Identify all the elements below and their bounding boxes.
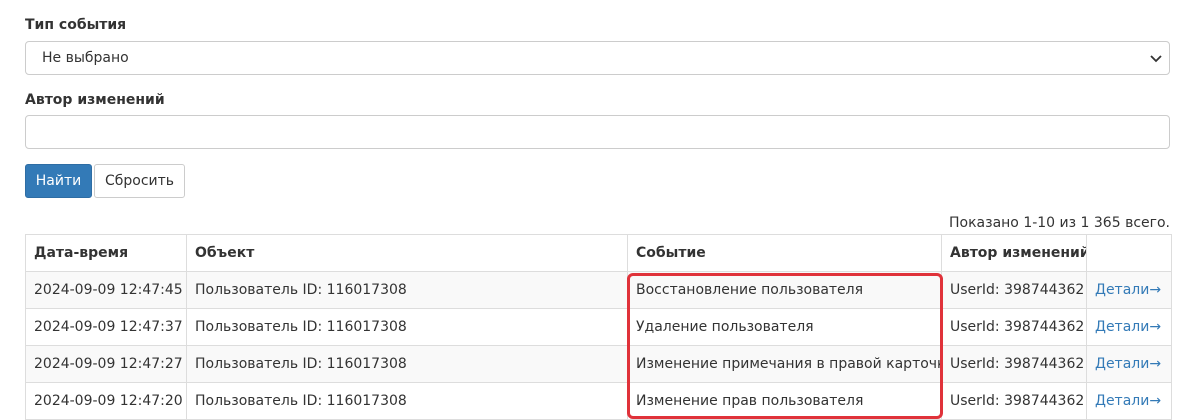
cell-event: Изменение прав пользователя (627, 382, 942, 420)
author-input[interactable] (25, 115, 1170, 149)
details-link[interactable]: Детали→ (1095, 319, 1161, 335)
details-link[interactable]: Детали→ (1095, 356, 1161, 372)
column-header-actions (1086, 234, 1172, 272)
cell-details: Детали→ (1086, 345, 1172, 383)
cell-details: Детали→ (1086, 382, 1172, 420)
table-row: 2024-09-09 12:47:45 Пользователь ID: 116… (25, 271, 1172, 309)
reset-button[interactable]: Сбросить (94, 164, 185, 198)
event-type-select[interactable]: Не выбрано (25, 41, 1170, 75)
cell-author: UserId: 398744362 (941, 345, 1087, 383)
cell-details: Детали→ (1086, 308, 1172, 346)
cell-event: Изменение примечания в правой карточке (627, 345, 942, 383)
cell-datetime: 2024-09-09 12:47:27 (25, 345, 187, 383)
details-link[interactable]: Детали→ (1095, 282, 1161, 298)
cell-object: Пользователь ID: 116017308 (186, 271, 628, 309)
table-header-row: Дата-время Объект Событие Автор изменени… (25, 234, 1172, 272)
audit-log-table: Дата-время Объект Событие Автор изменени… (25, 234, 1172, 420)
table-row: 2024-09-09 12:47:20 Пользователь ID: 116… (25, 382, 1172, 420)
cell-datetime: 2024-09-09 12:47:20 (25, 382, 187, 420)
cell-event: Восстановление пользователя (627, 271, 942, 309)
author-label: Автор изменений (25, 92, 165, 108)
cell-details: Детали→ (1086, 271, 1172, 309)
cell-author: UserId: 398744362 (941, 308, 1087, 346)
event-type-label: Тип события (25, 17, 127, 33)
column-header-author[interactable]: Автор изменений (941, 234, 1087, 272)
cell-object: Пользователь ID: 116017308 (186, 345, 628, 383)
cell-object: Пользователь ID: 116017308 (186, 308, 628, 346)
column-header-object[interactable]: Объект (186, 234, 628, 272)
column-header-datetime[interactable]: Дата-время (25, 234, 187, 272)
cell-object: Пользователь ID: 116017308 (186, 382, 628, 420)
table-row: 2024-09-09 12:47:27 Пользователь ID: 116… (25, 345, 1172, 383)
cell-datetime: 2024-09-09 12:47:45 (25, 271, 187, 309)
event-type-select-value: Не выбрано (42, 50, 129, 66)
cell-datetime: 2024-09-09 12:47:37 (25, 308, 187, 346)
find-button[interactable]: Найти (25, 164, 92, 198)
cell-event: Удаление пользователя (627, 308, 942, 346)
results-summary: Показано 1-10 из 1 365 всего. (949, 215, 1170, 231)
column-header-event[interactable]: Событие (627, 234, 942, 272)
cell-author: UserId: 398744362 (941, 382, 1087, 420)
chevron-down-icon (1150, 55, 1162, 63)
table-row: 2024-09-09 12:47:37 Пользователь ID: 116… (25, 308, 1172, 346)
cell-author: UserId: 398744362 (941, 271, 1087, 309)
details-link[interactable]: Детали→ (1095, 393, 1161, 409)
